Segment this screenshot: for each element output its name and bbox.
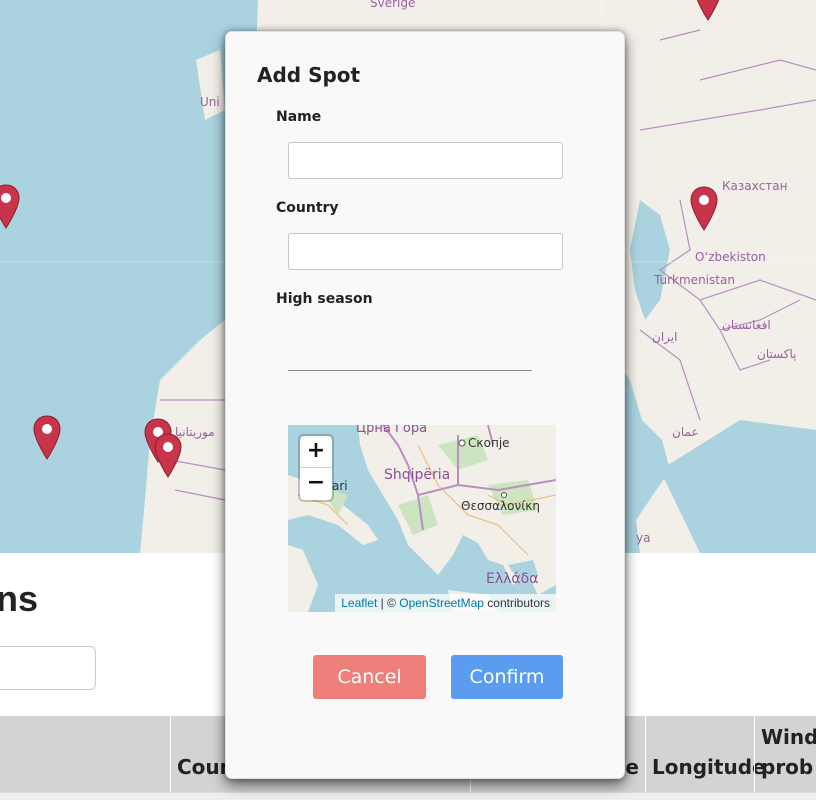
mini-map-label-shqiperia: Shqipëria <box>384 467 451 483</box>
map-marker-icon[interactable] <box>0 184 20 230</box>
mini-map-label-skopje: Скопје <box>468 436 510 450</box>
zoom-out-button[interactable]: − <box>300 468 332 500</box>
attribution-contributors: contributors <box>483 596 550 610</box>
page-title: ns <box>0 578 39 619</box>
zoom-control: + − <box>300 436 332 500</box>
map-marker-icon[interactable] <box>154 433 182 479</box>
map-label-pakistan: پاکستان <box>757 347 797 361</box>
location-picker-map[interactable]: Црна Гора Скопје Shqipëria Θεσσαλονίκη a… <box>288 425 556 612</box>
map-marker-icon[interactable] <box>690 186 718 232</box>
high-season-label: High season <box>276 291 373 307</box>
high-season-input[interactable] <box>288 370 532 371</box>
zoom-in-button[interactable]: + <box>300 436 332 468</box>
map-marker-icon[interactable] <box>33 415 61 461</box>
name-label: Name <box>276 109 322 125</box>
country-label: Country <box>276 200 339 216</box>
country-input[interactable] <box>288 233 563 270</box>
map-marker-icon[interactable] <box>694 0 722 22</box>
confirm-button[interactable]: Confirm <box>451 655 563 699</box>
map-label-turkmenistan: Turkmenistan <box>654 273 735 287</box>
table-header-wind-prob[interactable]: Wind prob <box>754 716 816 792</box>
table-header-longitude[interactable]: Longitude <box>645 716 766 792</box>
search-input[interactable] <box>0 646 96 690</box>
map-label-oman: عمان <box>672 425 699 439</box>
mini-map-label-ellada: Ελλάδα <box>486 571 539 587</box>
map-label-uni: Uni <box>200 95 220 109</box>
map-label-sverige: Sverige <box>370 0 416 10</box>
map-label-kazakhstan: Казахстан <box>722 179 788 193</box>
map-label-uzbekistan: O‘zbekiston <box>695 250 766 264</box>
dialog-title: Add Spot <box>257 63 361 87</box>
map-attribution: Leaflet | © OpenStreetMap contributors <box>335 594 556 612</box>
mini-map-label-thessaloniki: Θεσσαλονίκη <box>461 499 540 513</box>
openstreetmap-link[interactable]: OpenStreetMap <box>399 596 484 610</box>
attribution-separator: | © <box>377 596 400 610</box>
cancel-button[interactable]: Cancel <box>313 655 426 699</box>
mini-map-label-bari: ari <box>332 479 348 493</box>
name-input[interactable] <box>288 142 563 179</box>
add-spot-dialog: Add Spot Name Country High season Црна Г… <box>225 31 625 779</box>
map-label-iran: ایران <box>652 330 678 344</box>
map-label-ya: ya <box>636 531 651 545</box>
map-label-afghanistan: افغانستان <box>722 318 771 332</box>
mini-map-label-crna-gora: Црна Гора <box>356 425 428 436</box>
table-header-cell[interactable] <box>0 716 170 792</box>
leaflet-link[interactable]: Leaflet <box>341 596 377 610</box>
